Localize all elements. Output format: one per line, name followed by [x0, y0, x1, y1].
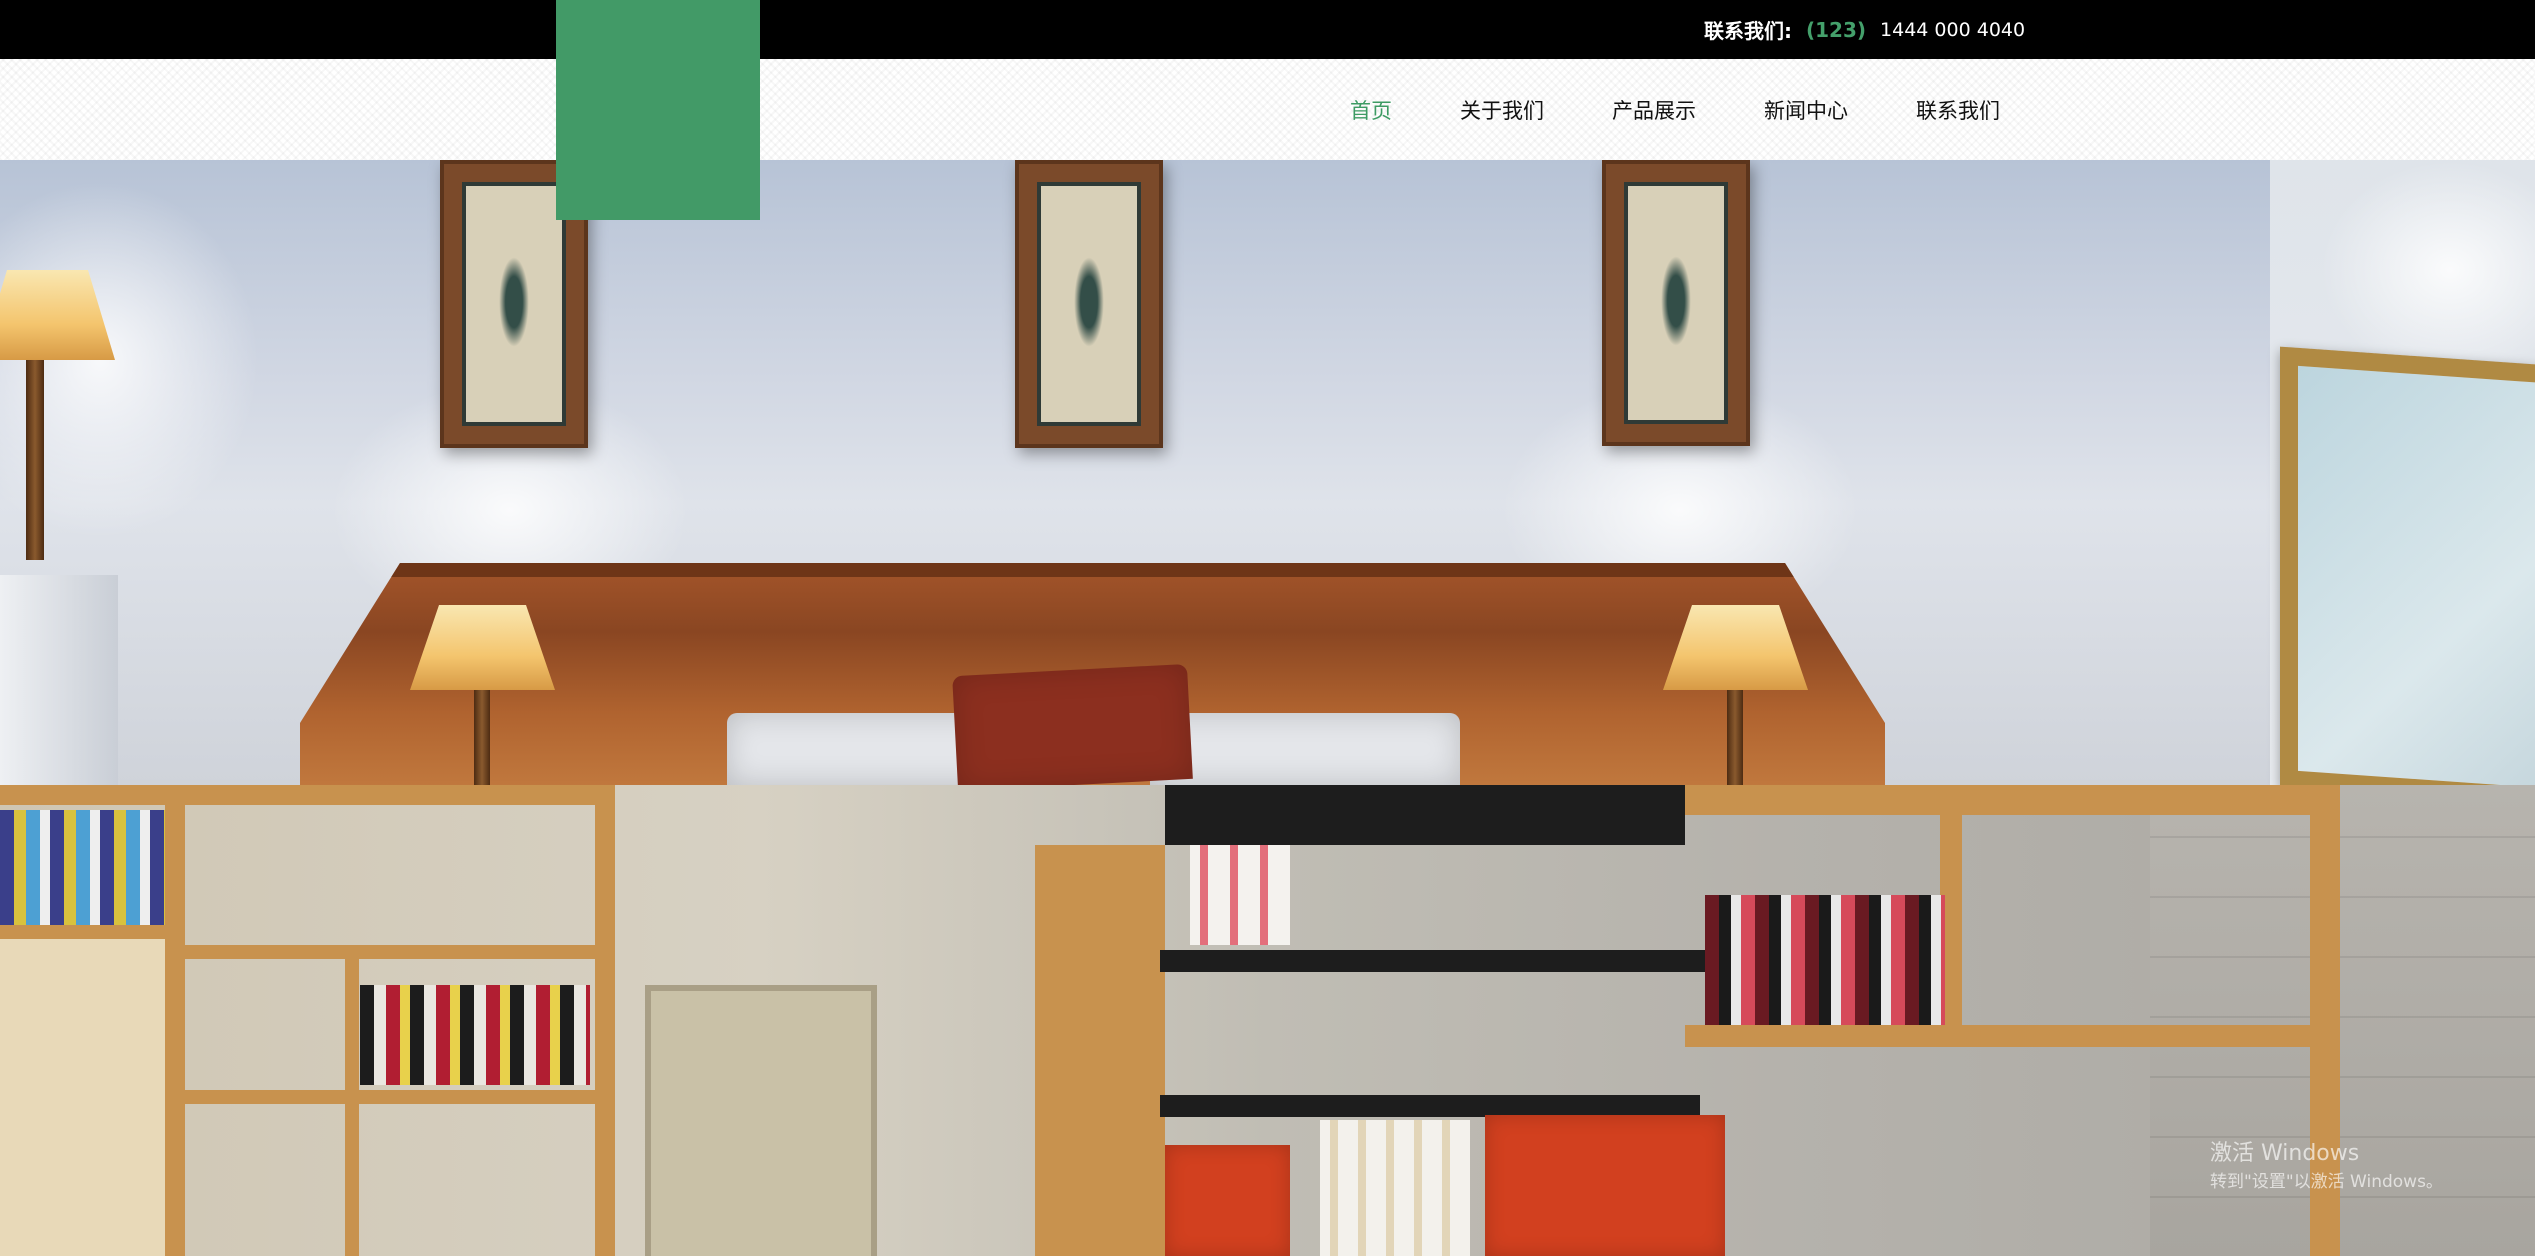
- shelf: [595, 785, 615, 1256]
- nav-item-home[interactable]: 首页: [1350, 95, 1392, 125]
- watermark-line1: 激活 Windows: [2210, 1141, 2360, 1166]
- wall-panel: [0, 935, 170, 1256]
- hero-image-bedroom: [0, 160, 2535, 785]
- shelf: [0, 785, 180, 805]
- books: [360, 985, 590, 1085]
- red-cabinet-door: [1485, 1115, 1725, 1256]
- shelf: [185, 945, 615, 959]
- main-nav: 首页 关于我们 产品展示 新闻中心 联系我们: [1350, 59, 2000, 160]
- pedestal: [0, 575, 118, 785]
- windows-activation-watermark: 激活 Windows 转到"设置"以激活 Windows。: [2210, 1140, 2443, 1196]
- shelf: [1160, 950, 1720, 972]
- books: [0, 810, 165, 925]
- shelf: [1035, 845, 1165, 1256]
- nav-item-products[interactable]: 产品展示: [1612, 95, 1696, 125]
- hero-image-office: [0, 785, 2535, 1256]
- shelf: [1160, 1095, 1700, 1117]
- shelf: [0, 925, 180, 939]
- contact-label: 联系我们:: [1704, 19, 1792, 43]
- lamp-stand: [26, 360, 44, 560]
- books: [1190, 845, 1290, 945]
- contact-info: 联系我们: (123) 1444 000 4040: [1704, 0, 2025, 59]
- shelf: [185, 785, 615, 805]
- wall-picture-frame: [1015, 160, 1163, 448]
- shelf: [1165, 785, 1685, 845]
- shelf: [345, 945, 359, 1256]
- watermark-line2: 转到"设置"以激活 Windows。: [2210, 1172, 2443, 1192]
- books: [1705, 895, 1945, 1025]
- pillow: [1150, 713, 1460, 785]
- main-navbar: [0, 59, 2535, 160]
- lamp-stand: [474, 690, 490, 785]
- phone-code: (123): [1806, 17, 1867, 42]
- shelf: [1685, 1025, 2335, 1047]
- wall-mirror: [2280, 346, 2535, 785]
- site-logo[interactable]: [556, 0, 760, 220]
- books: [1320, 1120, 1470, 1256]
- wall-picture-frame: [1602, 160, 1750, 446]
- shelf: [185, 1090, 615, 1104]
- shelf: [165, 785, 185, 1256]
- lamp-stand: [1727, 690, 1743, 785]
- shelf: [1685, 785, 2340, 815]
- top-contact-bar: [0, 0, 2535, 59]
- door: [645, 985, 877, 1256]
- phone-number: 1444 000 4040: [1880, 18, 2026, 41]
- nav-item-contact[interactable]: 联系我们: [1916, 95, 2000, 125]
- pillow: [952, 663, 1193, 785]
- nav-item-news[interactable]: 新闻中心: [1764, 95, 1848, 125]
- red-cabinet-door: [1165, 1145, 1290, 1256]
- nav-item-about[interactable]: 关于我们: [1460, 95, 1544, 125]
